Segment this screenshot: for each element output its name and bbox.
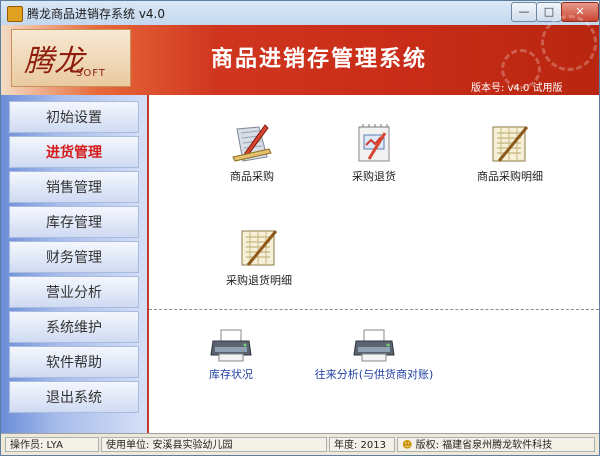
version-label: 版本号: v4.0 试用版 <box>471 83 563 94</box>
sidebar-item-finance-management[interactable]: 财务管理 <box>9 241 139 273</box>
purchase-return-label: 采购退货 <box>352 170 396 183</box>
app-icon <box>7 6 23 22</box>
sidebar-item-system-maintenance[interactable]: 系统维护 <box>9 311 139 343</box>
purchase-return-detail-item[interactable]: 采购退货明细 <box>209 227 309 288</box>
printer-icon <box>353 329 395 362</box>
logo-subtext: SOFT <box>76 68 106 79</box>
return-sheet-icon <box>358 124 390 162</box>
return-detail-icon <box>241 230 278 266</box>
header-banner: 腾龙 SOFT 商品进销存管理系统 版本号: v4.0 试用版 <box>1 15 599 95</box>
sidebar-item-inventory-management[interactable]: 库存管理 <box>9 206 139 238</box>
operator-status: 操作员: LYA <box>5 437 99 452</box>
minimize-button[interactable]: — <box>511 2 537 22</box>
printer-icon <box>210 329 252 362</box>
sidebar-item-sales-management[interactable]: 销售管理 <box>9 171 139 203</box>
sidebar-item-business-analysis[interactable]: 营业分析 <box>9 276 139 308</box>
sidebar-nav: 初始设置 进货管理 销售管理 库存管理 财务管理 营业分析 系统维护 软件帮助 … <box>1 95 149 433</box>
stock-status-item[interactable]: 库存状况 <box>201 329 261 382</box>
ruler-pencil-icon <box>232 124 272 162</box>
system-title: 商品进销存管理系统 <box>211 46 428 72</box>
logo: 腾龙 SOFT <box>11 29 131 87</box>
operator-text: 操作员: LYA <box>10 440 63 451</box>
sidebar-item-exit-system[interactable]: 退出系统 <box>9 381 139 413</box>
status-bar: 操作员: LYA 使用单位: 安溪县实验幼儿园 年度: 2013 ☻ 版权: 福… <box>1 433 599 455</box>
purchase-detail-item[interactable]: 商品采购明细 <box>465 123 555 184</box>
sidebar-item-purchase-management[interactable]: 进货管理 <box>9 136 139 168</box>
account-analysis-item[interactable]: 往来分析(与供货商对账) <box>309 329 439 382</box>
logo-text: 腾龙 <box>24 44 84 79</box>
title-bar: 腾龙商品进销存系统 v4.0 — □ ✕ <box>1 1 599 25</box>
gear-decoration-icon <box>541 15 597 71</box>
detail-sheet-icon <box>492 126 529 162</box>
app-window: 腾龙商品进销存系统 v4.0 — □ ✕ 腾龙 SOFT 商品进销存管理系统 版… <box>0 0 600 456</box>
copyright-text: 版权: 福建省泉州腾龙软件科技 <box>415 440 553 451</box>
year-status: 年度: 2013 <box>329 437 395 452</box>
main-panel: 商品采购 采购退货 商品采购明细 采购退货明细 库存状况 往来分析(与供货商对账… <box>149 95 599 433</box>
unit-status: 使用单位: 安溪县实验幼儿园 <box>101 437 327 452</box>
year-text: 年度: 2013 <box>334 440 386 451</box>
purchase-return-item[interactable]: 采购退货 <box>339 123 409 184</box>
unit-text: 使用单位: 安溪县实验幼儿园 <box>106 440 233 451</box>
sidebar-item-software-help[interactable]: 软件帮助 <box>9 346 139 378</box>
purchase-goods-item[interactable]: 商品采购 <box>217 123 287 184</box>
window-title: 腾龙商品进销存系统 v4.0 <box>27 7 166 21</box>
purchase-goods-label: 商品采购 <box>230 170 274 183</box>
smiley-icon: ☻ <box>402 440 413 451</box>
account-analysis-label: 往来分析(与供货商对账) <box>314 368 434 381</box>
sidebar-item-initial-settings[interactable]: 初始设置 <box>9 101 139 133</box>
stock-status-label: 库存状况 <box>209 368 253 381</box>
section-divider <box>149 309 599 310</box>
purchase-return-detail-label: 采购退货明细 <box>226 274 292 287</box>
purchase-detail-label: 商品采购明细 <box>477 170 543 183</box>
copyright-status: ☻ 版权: 福建省泉州腾龙软件科技 <box>397 437 595 452</box>
